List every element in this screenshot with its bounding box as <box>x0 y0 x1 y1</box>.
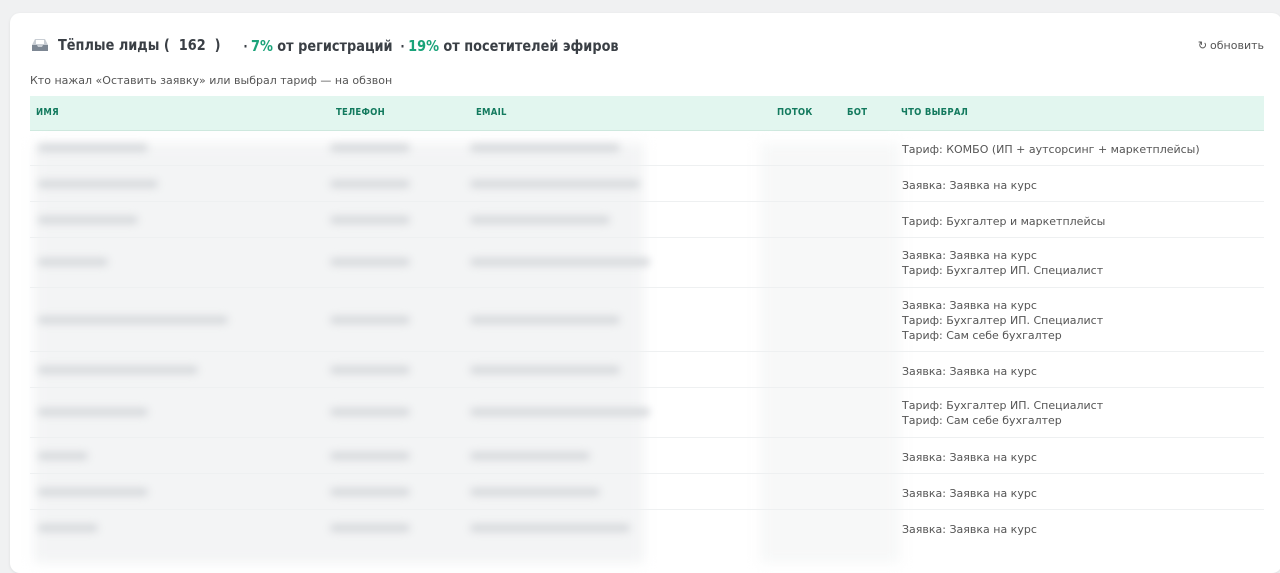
choice-cell: Тариф: КОМБО (ИП + аутсорсинг + маркетпл… <box>902 143 1200 156</box>
table-row[interactable]: Заявка: Заявка на курс <box>30 438 1264 474</box>
choice-cell: Тариф: Бухгалтер ИП. Специалист Тариф: Са… <box>902 399 1104 427</box>
table-row[interactable]: Заявка: Заявка на курс <box>30 510 1264 546</box>
column-header-name[interactable]: ИМЯ <box>36 107 63 118</box>
table-row[interactable]: Заявка: Заявка на курс <box>30 166 1264 202</box>
registration-percent: 7% <box>251 36 273 55</box>
column-header-email[interactable]: EMAIL <box>476 107 512 118</box>
choice-cell: Заявка: Заявка на курс Тариф: Бухгалтер И… <box>902 249 1104 277</box>
inbox-tray-icon <box>32 39 48 51</box>
column-header-bot[interactable]: БОТ <box>847 107 871 118</box>
table-header: ИМЯ ТЕЛЕФОН EMAIL ПОТОК БОТ ЧТО ВЫБРАЛ <box>30 96 1264 131</box>
column-header-choice[interactable]: ЧТО ВЫБРАЛ <box>901 107 980 118</box>
card-header: Тёплые лиды ( 162 ) · 7% от регистраций ·… <box>30 33 681 57</box>
table-row[interactable]: Тариф: КОМБО (ИП + аутсорсинг + маркетпл… <box>30 131 1264 166</box>
subtitle: Кто нажал «Оставить заявку» или выбрал т… <box>30 74 393 87</box>
lead-stats: · 7% от регистраций · 19% от посетителей э… <box>243 36 619 55</box>
choice-cell: Заявка: Заявка на курс <box>902 523 1037 536</box>
choice-cell: Заявка: Заявка на курс Тариф: Бухгалтер И… <box>902 299 1104 342</box>
column-header-stream[interactable]: ПОТОК <box>777 107 819 118</box>
choice-cell: Заявка: Заявка на курс <box>902 451 1037 464</box>
choice-cell: Заявка: Заявка на курс <box>902 487 1037 500</box>
column-header-phone[interactable]: ТЕЛЕФОН <box>336 107 394 118</box>
choice-cell: Тариф: Бухгалтер и маркетплейсы <box>902 215 1106 228</box>
choice-cell: Заявка: Заявка на курс <box>902 365 1037 378</box>
registration-label: от регистраций <box>277 36 393 55</box>
table-row[interactable]: Заявка: Заявка на курс <box>30 474 1264 510</box>
viewers-percent: 19% <box>408 36 440 55</box>
table-row[interactable]: Тариф: Бухгалтер ИП. Специалист Тариф: Са… <box>30 388 1264 438</box>
viewers-label: от посетителей эфиров <box>443 36 619 55</box>
table-row[interactable]: Заявка: Заявка на курс <box>30 352 1264 388</box>
page-title: Тёплые лиды ( 162 ) <box>58 36 221 54</box>
refresh-icon: ↻ <box>1197 39 1208 52</box>
leads-count: 162 <box>178 36 206 54</box>
table-row[interactable]: Тариф: Бухгалтер и маркетплейсы <box>30 202 1264 238</box>
refresh-button[interactable]: ↻ обновить <box>1198 39 1264 52</box>
table-row[interactable]: Заявка: Заявка на курс Тариф: Бухгалтер И… <box>30 288 1264 352</box>
table-row[interactable]: Заявка: Заявка на курс Тариф: Бухгалтер И… <box>30 238 1264 288</box>
choice-cell: Заявка: Заявка на курс <box>902 179 1037 192</box>
warm-leads-card: Тёплые лиды ( 162 ) · 7% от регистраций ·… <box>10 13 1280 573</box>
